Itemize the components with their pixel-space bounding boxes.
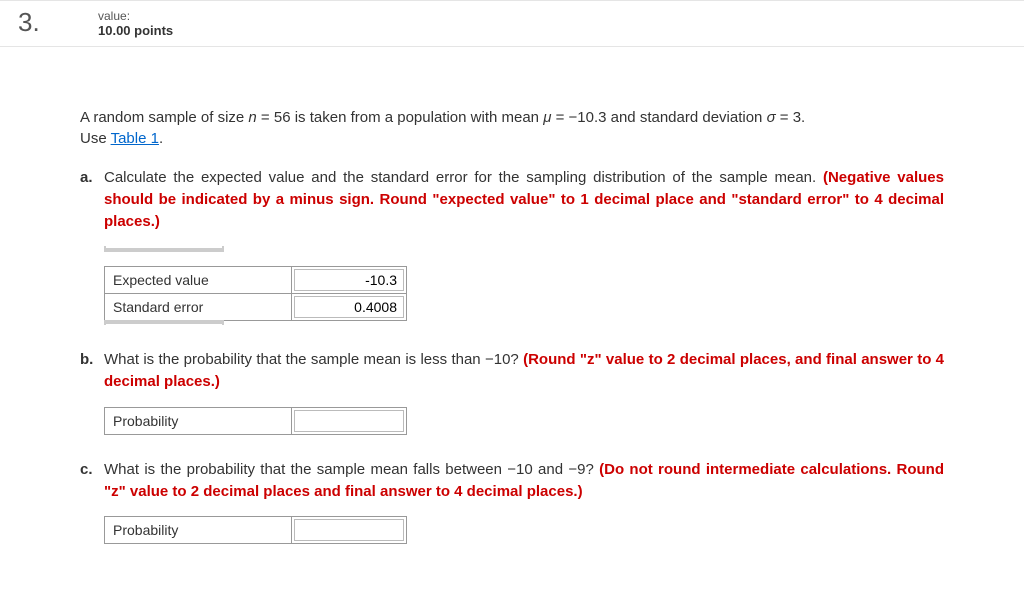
table-decor <box>104 320 224 325</box>
part-a-table: Expected value Standard error <box>104 266 407 321</box>
value-label: value: <box>98 9 173 23</box>
part-a-letter: a. <box>80 167 104 189</box>
part-b-body: What is the probability that the sample … <box>104 349 944 393</box>
intro-seg-1: A random sample of size <box>80 109 248 126</box>
part-b-letter: b. <box>80 349 104 371</box>
use-word: Use <box>80 130 111 147</box>
probability-b-input[interactable] <box>294 410 404 432</box>
table-decor <box>104 246 224 252</box>
question-content: A random sample of size n = 56 is taken … <box>0 47 1024 588</box>
table-row: Probability <box>105 517 407 544</box>
standard-error-label: Standard error <box>105 294 292 321</box>
part-c-body: What is the probability that the sample … <box>104 459 944 503</box>
expected-value-label: Expected value <box>105 267 292 294</box>
part-c-prompt: What is the probability that the sample … <box>104 461 599 478</box>
probability-c-label: Probability <box>105 517 292 544</box>
part-a: a. Calculate the expected value and the … <box>80 167 944 325</box>
part-b: b. What is the probability that the samp… <box>80 349 944 435</box>
expected-value-input[interactable] <box>294 269 404 291</box>
question-number: 3. <box>0 9 98 35</box>
points-value: 10.00 points <box>98 23 173 38</box>
standard-error-input[interactable] <box>294 296 404 318</box>
probability-b-label: Probability <box>105 407 292 434</box>
intro-period: . <box>159 130 163 147</box>
part-a-body: Calculate the expected value and the sta… <box>104 167 944 232</box>
table-link[interactable]: Table 1 <box>111 130 159 147</box>
question-header: 3. value: 10.00 points <box>0 0 1024 47</box>
table-row: Expected value <box>105 267 407 294</box>
n-var: n <box>248 109 256 126</box>
part-c: c. What is the probability that the samp… <box>80 459 944 545</box>
table-row: Standard error <box>105 294 407 321</box>
sigma-var: σ <box>767 109 776 126</box>
part-a-prompt: Calculate the expected value and the sta… <box>104 169 823 186</box>
intro-seg-2: = 56 is taken from a population with mea… <box>257 109 543 126</box>
part-c-letter: c. <box>80 459 104 481</box>
table-row: Probability <box>105 407 407 434</box>
part-c-table: Probability <box>104 516 407 544</box>
intro-text: A random sample of size n = 56 is taken … <box>80 107 944 149</box>
points-block: value: 10.00 points <box>98 9 173 38</box>
intro-seg-4: = 3. <box>776 109 806 126</box>
probability-c-input[interactable] <box>294 519 404 541</box>
part-b-prompt: What is the probability that the sample … <box>104 351 523 368</box>
intro-seg-3: = −10.3 and standard deviation <box>551 109 766 126</box>
part-b-table: Probability <box>104 407 407 435</box>
